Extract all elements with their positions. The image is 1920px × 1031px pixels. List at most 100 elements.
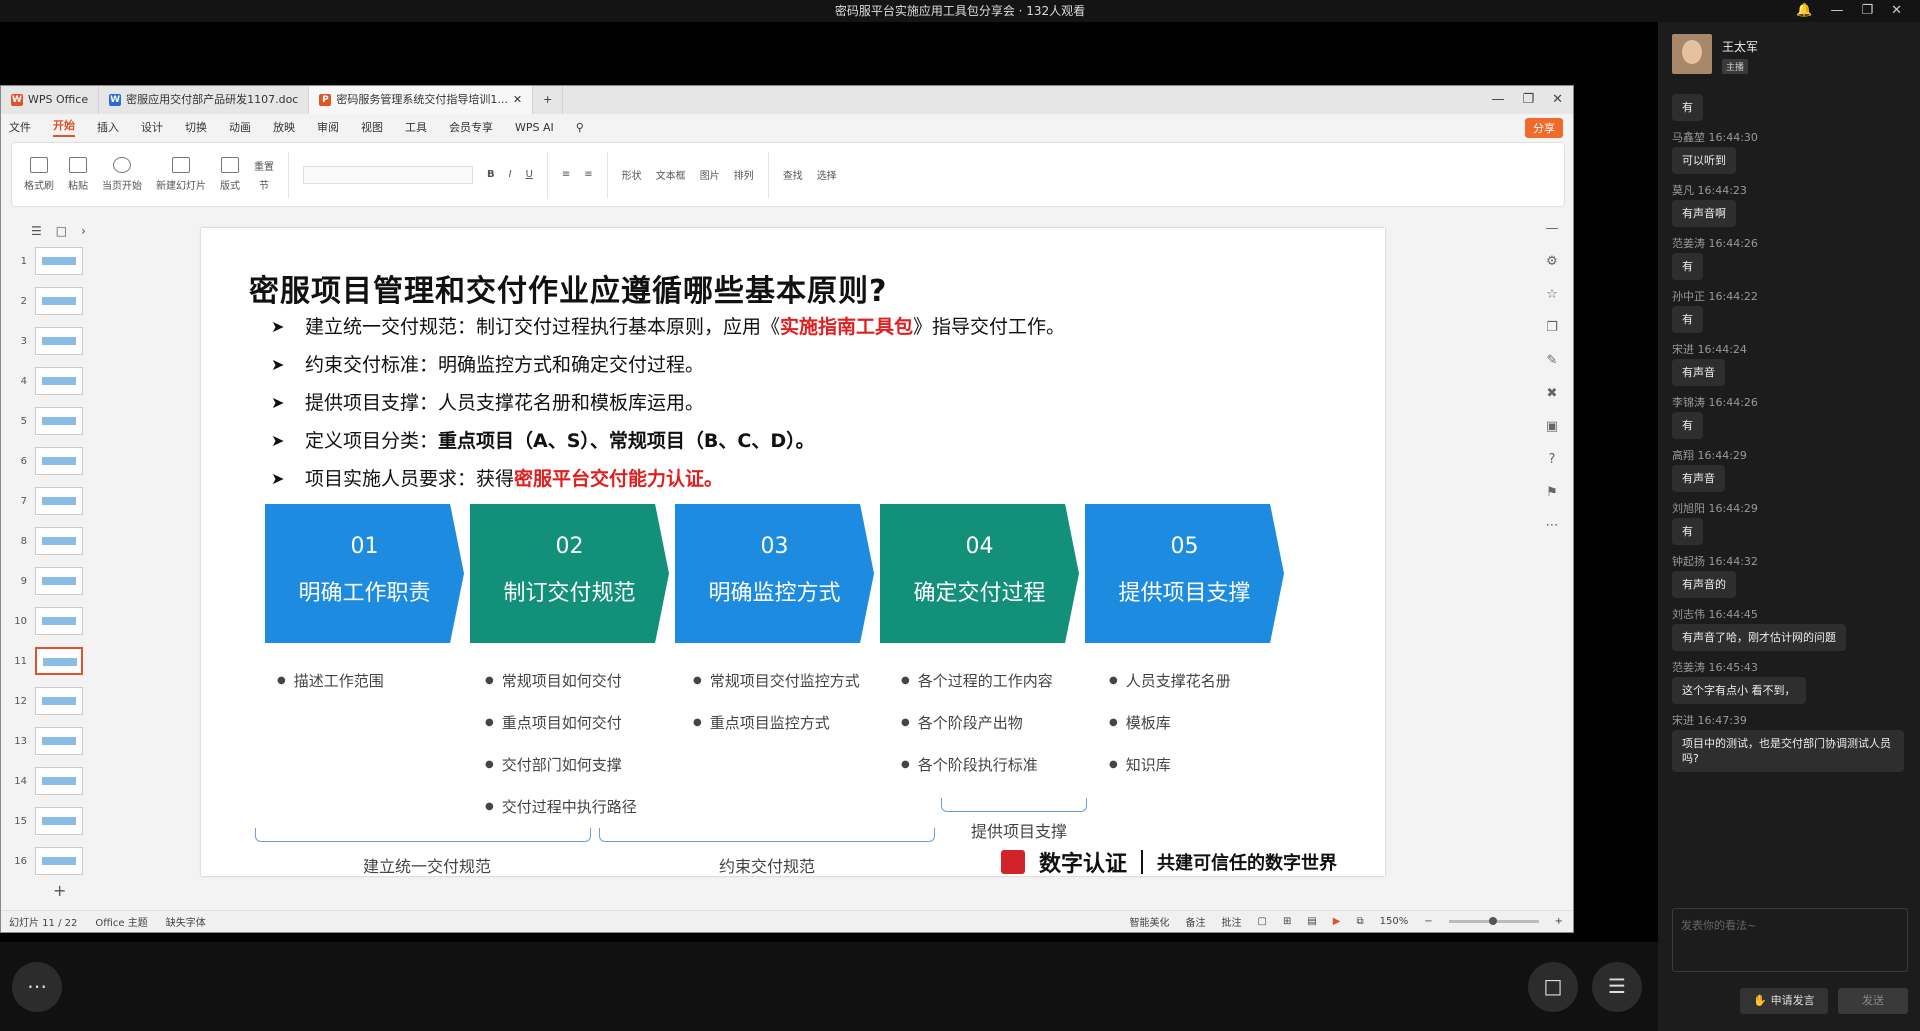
slide-thumbnail[interactable]: 4 (11, 361, 89, 401)
menu-home[interactable]: 开始 (53, 117, 75, 137)
fit-icon[interactable]: ⧉ (1356, 916, 1363, 927)
zoom-slider-handle[interactable] (1489, 917, 1498, 925)
zoom-level[interactable]: 150% (1380, 916, 1409, 927)
star-icon[interactable]: ☆ (1546, 287, 1558, 302)
slide-thumbnail[interactable]: 14 (11, 761, 89, 801)
paste-button[interactable]: 粘贴 (68, 157, 88, 192)
slide-thumbnail[interactable]: 11 (11, 641, 89, 681)
host-badge: 主播 (1722, 59, 1749, 74)
pin-icon[interactable]: ⚑ (1546, 485, 1558, 500)
restore-icon[interactable]: ❐ (1522, 86, 1534, 114)
add-slide-button[interactable]: + (11, 881, 89, 900)
zoom-in-icon[interactable]: + (1555, 916, 1563, 927)
slide-thumbnail[interactable]: 3 (11, 321, 89, 361)
slide-thumbnail[interactable]: 16 (11, 841, 89, 881)
menu-wps-ai[interactable]: WPS AI (515, 121, 554, 134)
menu-file[interactable]: 文件 (9, 119, 31, 135)
menu-transition[interactable]: 切换 (185, 119, 207, 135)
chevron-right-icon[interactable]: › (81, 224, 86, 238)
slide-thumbnail[interactable]: 6 (11, 441, 89, 481)
notes-button[interactable]: 备注 (1185, 914, 1205, 929)
slide-thumbnail[interactable]: 7 (11, 481, 89, 521)
align-button[interactable]: ≡ (584, 169, 592, 180)
italic-button[interactable]: I (509, 169, 512, 180)
help-icon[interactable]: ? (1549, 452, 1556, 467)
font-select[interactable] (303, 165, 473, 184)
slide-thumbnail[interactable]: 5 (11, 401, 89, 441)
slide-thumbnail[interactable]: 13 (11, 721, 89, 761)
menu-animation[interactable]: 动画 (229, 119, 251, 135)
slide-thumbnail[interactable]: 9 (11, 561, 89, 601)
new-slide-button[interactable]: 新建幻灯片 (156, 157, 206, 192)
zoom-out-icon[interactable]: − (1424, 916, 1432, 927)
book-icon[interactable]: ▣ (1546, 419, 1558, 434)
share-button[interactable]: 分享 (1525, 118, 1563, 138)
tab-label: WPS Office (28, 93, 89, 106)
copy-icon[interactable]: ❐ (1546, 320, 1558, 335)
slide-thumbnail[interactable]: 1 (11, 241, 89, 281)
new-tab-button[interactable]: + (533, 86, 564, 114)
menu-insert[interactable]: 插入 (97, 119, 119, 135)
message-bubble: 有 (1672, 94, 1703, 121)
start-current-button[interactable]: 当页开始 (102, 157, 142, 192)
section-button[interactable]: 重置节 (254, 158, 274, 192)
minimize-icon[interactable]: — (1491, 86, 1504, 114)
reading-view-icon[interactable]: ▤ (1307, 916, 1316, 927)
send-button[interactable]: 发送 (1838, 988, 1908, 1014)
shape-button[interactable]: 形状 (622, 167, 642, 182)
theme-name[interactable]: Office 主题 (95, 914, 147, 929)
normal-view-icon[interactable]: ▢ (1257, 916, 1266, 927)
restore-icon[interactable]: ❐ (1861, 0, 1873, 22)
slide-canvas[interactable]: 密服项目管理和交付作业应遵循哪些基本原则? ➤ 建立统一交付规范：制订交付过程执行… (201, 228, 1385, 877)
more-button[interactable]: ⋯ (12, 962, 62, 1012)
layout-button[interactable]: 版式 (220, 157, 240, 192)
slide-thumbnail[interactable]: 10 (11, 601, 89, 641)
list-button[interactable]: ≡ (562, 169, 570, 180)
grid-view-icon[interactable]: ⊞ (1283, 916, 1291, 927)
screen-share-button[interactable]: □ (1528, 962, 1578, 1012)
minimize-icon[interactable]: — (1830, 0, 1843, 22)
format-painter-button[interactable]: 格式刷 (24, 157, 54, 192)
layout-button[interactable]: ☰ (1592, 962, 1642, 1012)
close-icon[interactable]: ✕ (1552, 86, 1563, 114)
thumbnail-icon[interactable]: □ (56, 224, 67, 238)
slide-thumbnail[interactable]: 15 (11, 801, 89, 841)
outline-icon[interactable]: ☰ (31, 224, 42, 238)
message-sender: 刘旭阳 16:44:29 (1672, 502, 1758, 515)
search-icon[interactable]: ⚲ (576, 121, 584, 134)
find-button[interactable]: 查找 (783, 167, 803, 182)
tab-doc[interactable]: W 密服应用交付部产品研发1107.doc (99, 86, 310, 114)
menu-review[interactable]: 审阅 (317, 119, 339, 135)
pin-icon[interactable]: 🔔 (1796, 0, 1812, 22)
slide-thumbnail[interactable]: 2 (11, 281, 89, 321)
slide-thumbnail[interactable]: 12 (11, 681, 89, 721)
image-button[interactable]: 图片 (700, 167, 720, 182)
comment-button[interactable]: 批注 (1221, 914, 1241, 929)
tools-icon[interactable]: ✖ (1547, 386, 1558, 401)
settings-icon[interactable]: ⚙ (1546, 254, 1558, 269)
zoom-slider[interactable] (1448, 917, 1539, 925)
textbox-button[interactable]: 文本框 (656, 167, 686, 182)
chat-input[interactable]: 发表你的看法~ (1672, 908, 1908, 972)
menu-slideshow[interactable]: 放映 (273, 119, 295, 135)
menu-design[interactable]: 设计 (141, 119, 163, 135)
tab-ppt[interactable]: P 密码服务管理系统交付指导培训1... ✕ (309, 86, 534, 114)
close-icon[interactable]: ✕ (1891, 0, 1902, 22)
select-button[interactable]: 选择 (817, 167, 837, 182)
play-icon[interactable]: ▶ (1333, 916, 1341, 927)
menu-tools[interactable]: 工具 (405, 119, 427, 135)
menu-view[interactable]: 视图 (361, 119, 383, 135)
more-icon[interactable]: ⋯ (1546, 518, 1559, 533)
tab-close-icon[interactable]: ✕ (513, 86, 522, 114)
arrange-button[interactable]: 排列 (734, 167, 754, 182)
menu-member[interactable]: 会员专享 (449, 119, 493, 135)
bold-button[interactable]: B (487, 169, 495, 180)
minus-icon[interactable]: — (1546, 221, 1559, 236)
apply-speak-button[interactable]: ✋ 申请发言 (1740, 988, 1828, 1014)
edit-icon[interactable]: ✎ (1547, 353, 1558, 368)
tab-wps-office[interactable]: W WPS Office (1, 86, 100, 114)
beautify-button[interactable]: 智能美化 (1129, 914, 1169, 929)
underline-button[interactable]: U (526, 169, 533, 180)
missing-font[interactable]: 缺失字体 (166, 914, 206, 929)
slide-thumbnail[interactable]: 8 (11, 521, 89, 561)
